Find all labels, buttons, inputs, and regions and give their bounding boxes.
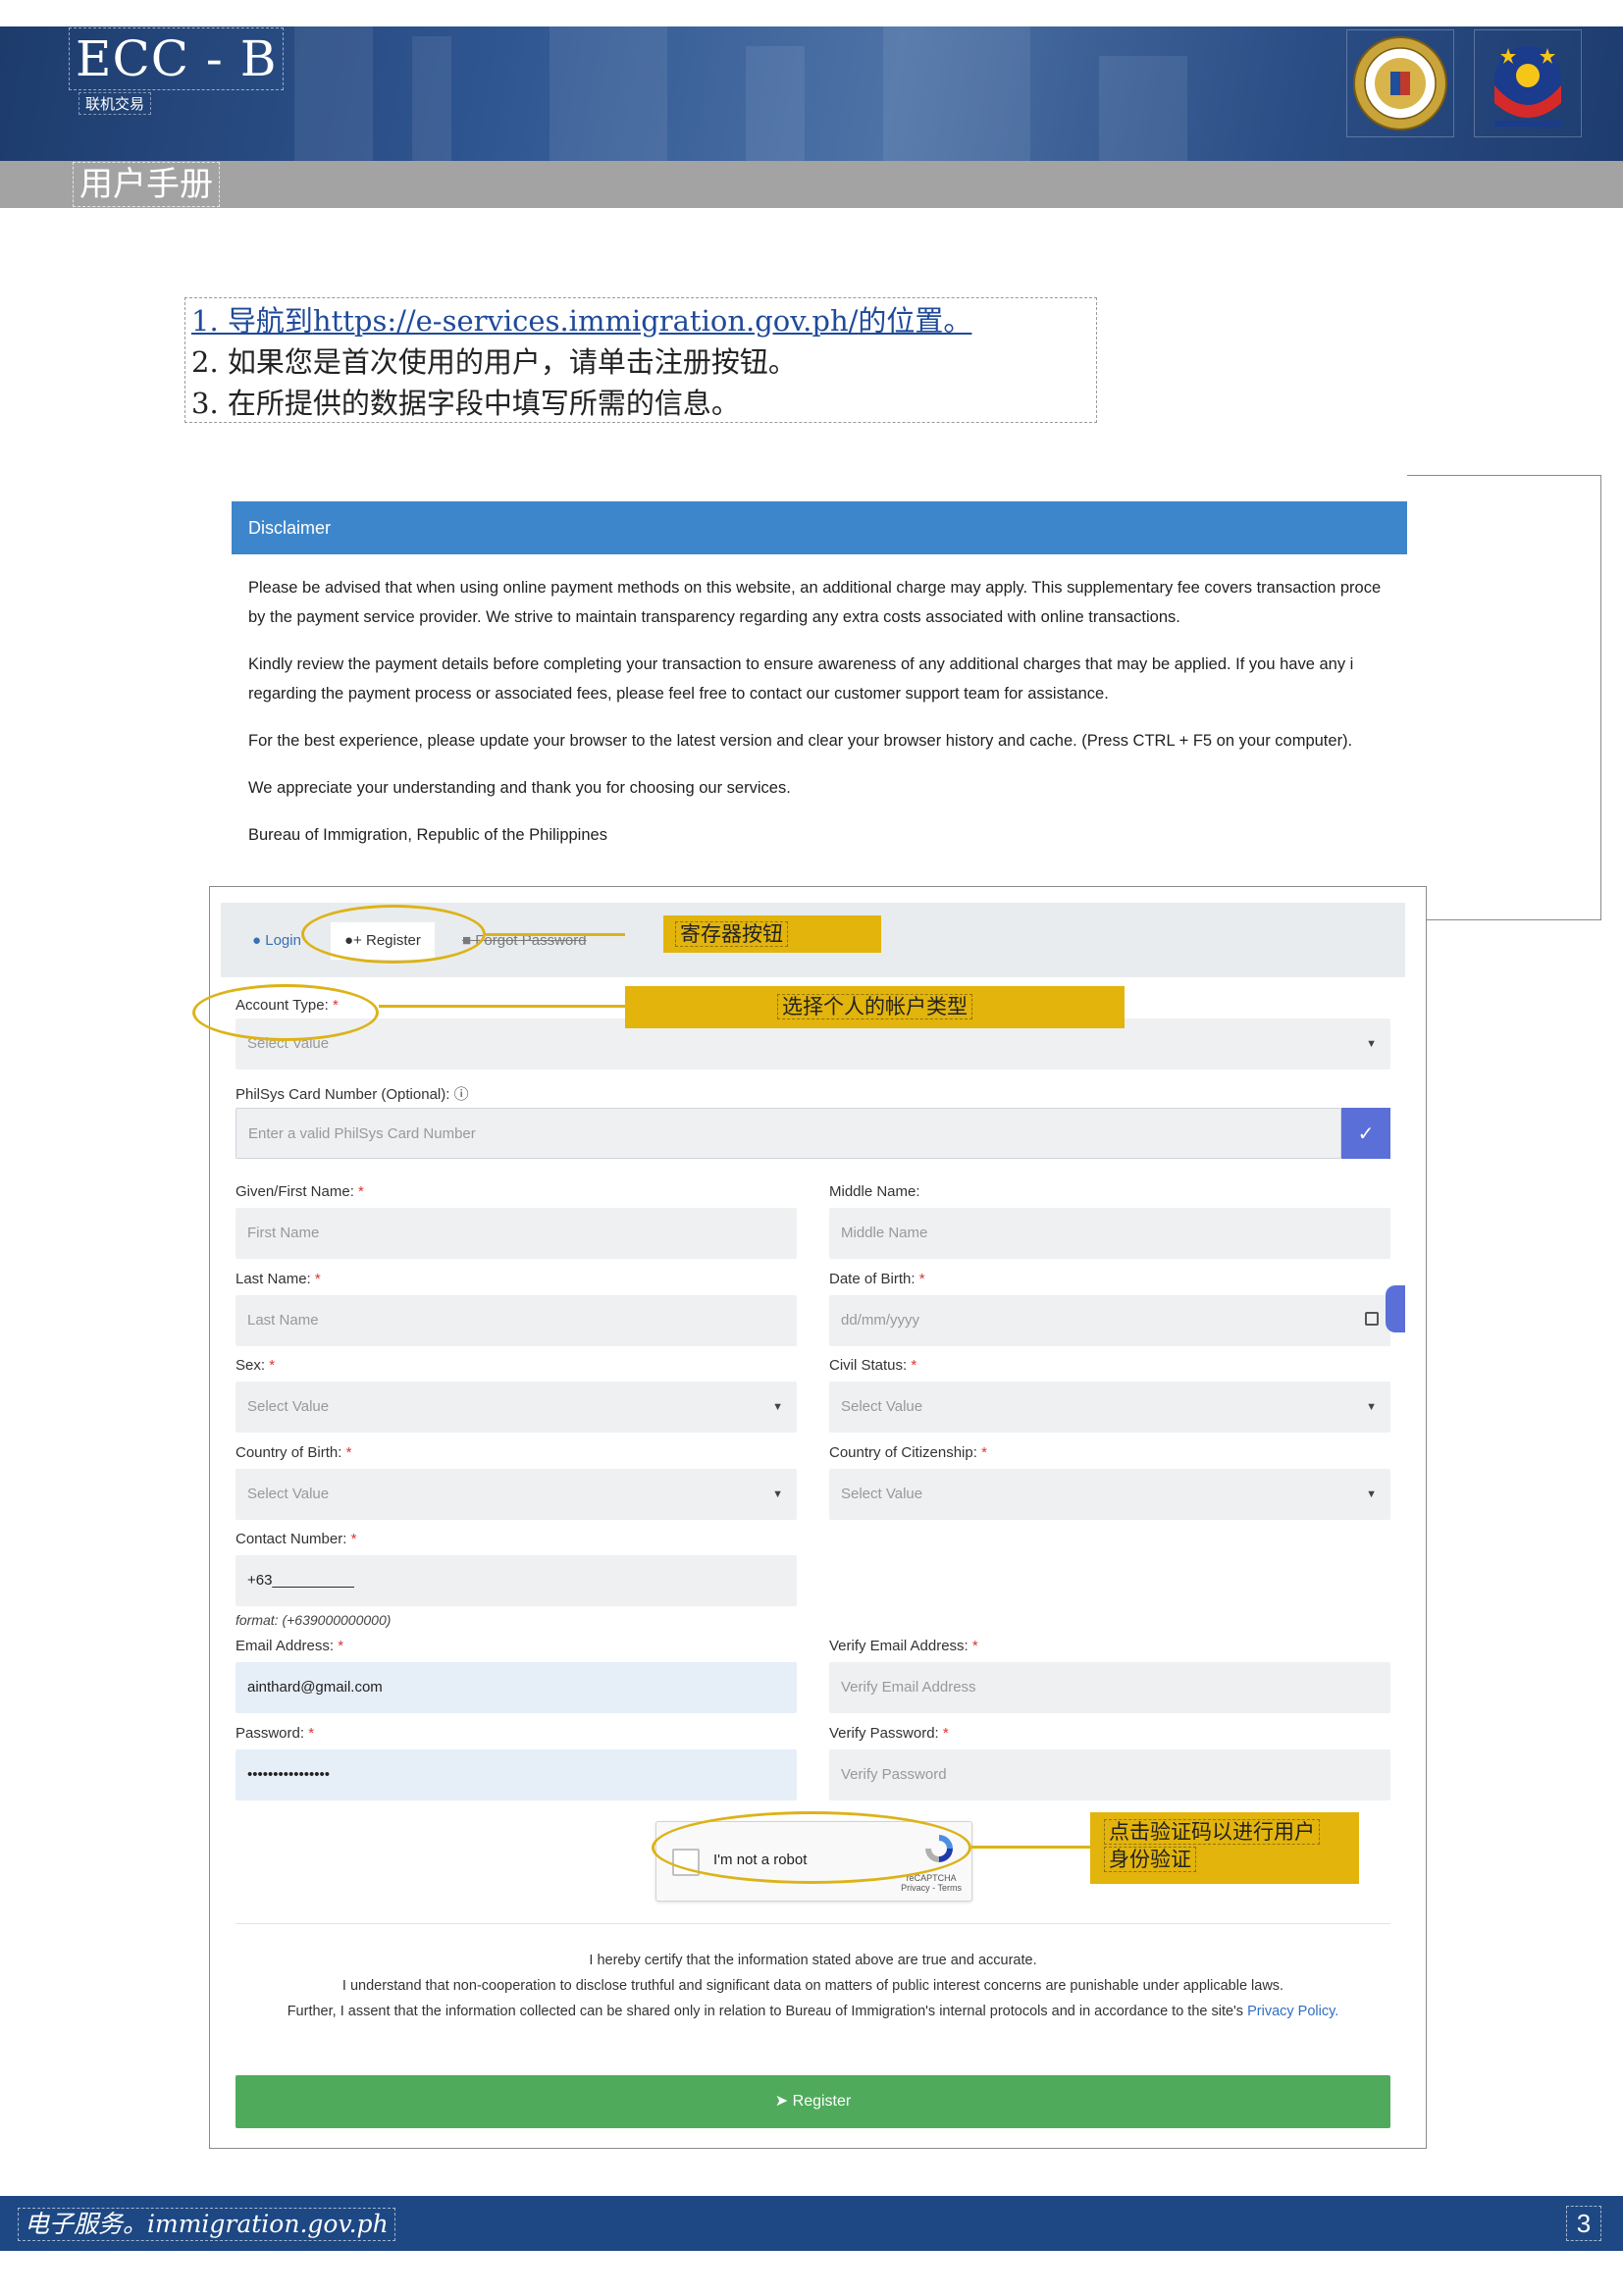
email-label: Email Address: *	[236, 1638, 344, 1654]
first-name-input[interactable]: First Name	[236, 1208, 797, 1259]
contact-number-input[interactable]: +63__________	[236, 1555, 797, 1606]
step-1-prefix: 1. 导航到	[191, 304, 313, 338]
bureau-seal-logo	[1346, 29, 1454, 137]
eservices-link[interactable]: https://e-services.immigration.gov.ph/	[313, 304, 859, 338]
philsys-input[interactable]: Enter a valid PhilSys Card Number	[236, 1108, 1341, 1159]
contact-number-label: Contact Number: *	[236, 1531, 357, 1547]
app-subtitle: 联机交易	[79, 92, 152, 115]
philsys-label: PhilSys Card Number (Optional): ⓘ	[236, 1086, 469, 1103]
account-type-callout: 选择个人的帐户类型	[625, 986, 1125, 1028]
certify-line-2: I understand that non-cooperation to dis…	[341, 1978, 1284, 1994]
civil-status-select[interactable]: Select Value ▼	[829, 1382, 1390, 1433]
disclaimer-title: Disclaimer	[232, 501, 1407, 554]
privacy-policy-link[interactable]: Privacy Policy.	[1247, 2004, 1338, 2019]
title-band	[0, 161, 1623, 208]
email-input[interactable]: ainthard@gmail.com	[236, 1662, 797, 1713]
certify-line-3: Further, I assent that the information c…	[287, 2004, 1339, 2019]
contact-format-hint: format: (+639000000000)	[236, 1612, 392, 1628]
philsys-verify-button[interactable]: ✓	[1341, 1108, 1390, 1159]
sex-select[interactable]: Select Value ▼	[236, 1382, 797, 1433]
password-label: Password: *	[236, 1725, 315, 1742]
step-2: 2. 如果您是首次使用的用户，请单击注册按钮。	[191, 345, 797, 379]
disclaimer-panel: Disclaimer Please be advised that when u…	[217, 475, 1407, 920]
captcha-annotation-line	[971, 1846, 1090, 1849]
country-citizenship-select[interactable]: Select Value ▼	[829, 1469, 1390, 1520]
paper-plane-icon: ➤	[774, 2093, 789, 2110]
tab-login-label: Login	[265, 932, 301, 949]
step-1: 1. 导航到https://e-services.immigration.gov…	[191, 300, 1090, 341]
disclaimer-body: Please be advised that when using online…	[248, 573, 1407, 867]
sex-label: Sex: *	[236, 1357, 276, 1374]
verify-password-label: Verify Password: *	[829, 1725, 949, 1742]
manual-title: 用户手册	[73, 162, 220, 207]
caret-down-icon: ▼	[1366, 1401, 1377, 1413]
verify-email-input[interactable]: Verify Email Address	[829, 1662, 1390, 1713]
disclaimer-p5: Bureau of Immigration, Republic of the P…	[248, 826, 607, 844]
last-name-label: Last Name: *	[236, 1271, 321, 1287]
side-widget-tab[interactable]	[1386, 1285, 1405, 1332]
account-type-annotation-line	[379, 1005, 626, 1008]
disclaimer-p1-line1: Please be advised that when using online…	[248, 579, 1382, 597]
register-button-label: Register	[792, 2093, 852, 2110]
bagong-pilipinas-logo	[1474, 29, 1582, 137]
page-number: 3	[1566, 2206, 1601, 2241]
certify-line-1: I hereby certify that the information st…	[589, 1953, 1037, 1968]
register-submit-button[interactable]: ➤ Register	[236, 2075, 1390, 2128]
step-3: 3. 在所提供的数据字段中填写所需的信息。	[191, 387, 740, 420]
register-button-callout: 寄存器按钮	[663, 915, 881, 953]
last-name-input[interactable]: Last Name	[236, 1295, 797, 1346]
first-name-label: Given/First Name: *	[236, 1183, 364, 1200]
middle-name-input[interactable]: Middle Name	[829, 1208, 1390, 1259]
user-icon: ●	[252, 932, 262, 949]
footer-text: 电子服务。immigration.gov.ph	[18, 2208, 395, 2241]
caret-down-icon: ▼	[772, 1488, 783, 1500]
captcha-highlight	[652, 1811, 971, 1884]
disclaimer-p4: We appreciate your understanding and tha…	[248, 779, 791, 797]
verify-email-label: Verify Email Address: *	[829, 1638, 978, 1654]
register-annotation-line	[486, 933, 625, 936]
middle-name-label: Middle Name:	[829, 1183, 920, 1200]
check-icon: ✓	[1357, 1122, 1375, 1145]
caret-down-icon: ▼	[772, 1401, 783, 1413]
step-1-suffix: 的位置。	[858, 304, 972, 338]
info-icon: ⓘ	[453, 1086, 469, 1103]
disclaimer-p2-line2: regarding the payment process or associa…	[248, 685, 1109, 703]
country-birth-select[interactable]: Select Value ▼	[236, 1469, 797, 1520]
instruction-steps: 1. 导航到https://e-services.immigration.gov…	[184, 297, 1097, 423]
captcha-callout: 点击验证码以进行用户 身份验证	[1090, 1812, 1359, 1884]
disclaimer-p2-line1: Kindly review the payment details before…	[248, 655, 1354, 673]
caret-down-icon: ▼	[1366, 1038, 1377, 1050]
app-title: ECC - B	[69, 27, 285, 90]
calendar-icon[interactable]	[1365, 1312, 1379, 1326]
tab-login[interactable]: ● Login	[252, 922, 301, 960]
disclaimer-p1-line2: by the payment service provider. We stri…	[248, 608, 1180, 626]
dob-label: Date of Birth: *	[829, 1271, 925, 1287]
caret-down-icon: ▼	[1366, 1488, 1377, 1500]
divider	[236, 1923, 1390, 1924]
disclaimer-p3: For the best experience, please update y…	[248, 732, 1353, 750]
verify-password-input[interactable]: Verify Password	[829, 1749, 1390, 1800]
register-form: ● Login ●+ Register ■ Forgot Password Ac…	[221, 903, 1405, 2144]
country-birth-label: Country of Birth: *	[236, 1444, 352, 1461]
civil-status-label: Civil Status: *	[829, 1357, 917, 1374]
country-citizenship-label: Country of Citizenship: *	[829, 1444, 987, 1461]
account-type-highlight	[192, 984, 379, 1041]
register-tab-highlight	[301, 905, 486, 964]
password-input[interactable]: ••••••••••••••••	[236, 1749, 797, 1800]
dob-input[interactable]: dd/mm/yyyy	[829, 1295, 1390, 1346]
page-footer: 电子服务。immigration.gov.ph 3	[0, 2196, 1623, 2251]
